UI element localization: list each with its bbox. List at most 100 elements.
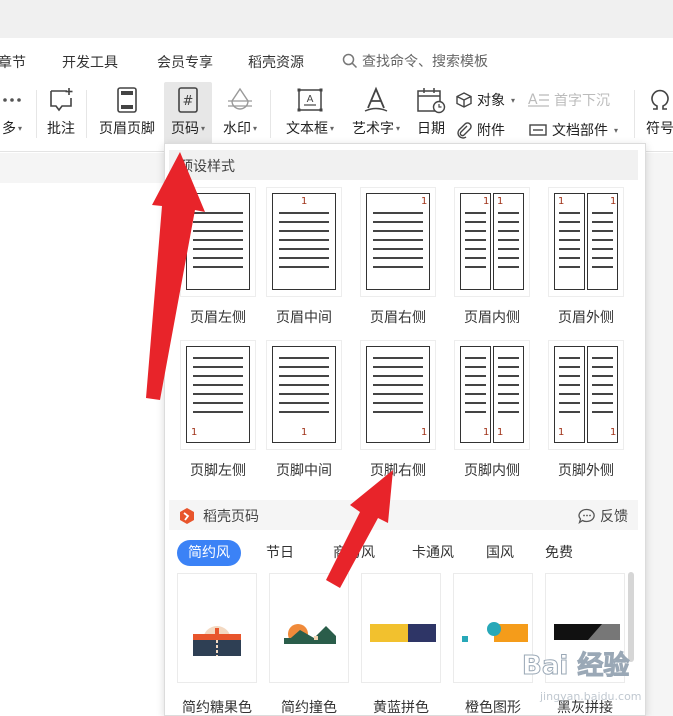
page-number-sample: 1	[483, 196, 490, 207]
page-number-sample: 1	[301, 196, 308, 207]
menu-docer-resources[interactable]: 稻壳资源	[248, 52, 304, 72]
watermark-button[interactable]: 水印 ▾	[216, 82, 264, 146]
header-footer-label: 页眉页脚	[99, 121, 155, 137]
symbol-button[interactable]: 符号	[642, 82, 673, 146]
thumb-text-line	[193, 357, 243, 359]
template-card[interactable]	[177, 573, 257, 683]
thumb-text-line	[373, 393, 423, 395]
thumb-text-line	[373, 230, 423, 232]
footer-style-left[interactable]: 1	[180, 340, 256, 450]
thumb-text-line	[465, 402, 486, 404]
tab-festival[interactable]: 节日	[255, 540, 305, 566]
thumb-text-line	[279, 212, 329, 214]
thumb-text-line	[498, 221, 519, 223]
thumb-page: 1	[554, 193, 585, 290]
object-label: 对象	[477, 93, 505, 109]
textbox-icon: A	[296, 82, 324, 118]
thumb-text-line	[279, 221, 329, 223]
thumb-text-line	[592, 411, 613, 413]
thumb-text-line	[559, 411, 580, 413]
thumb-text-line	[592, 248, 613, 250]
thumb-text-line	[465, 366, 486, 368]
thumb-page: 1	[554, 346, 585, 443]
thumb-text-line	[592, 402, 613, 404]
menu-chapter[interactable]: 章节	[0, 52, 26, 72]
header-style-right[interactable]: 1	[360, 187, 436, 297]
card-label: 橙色图形	[465, 700, 521, 716]
footer-style-label: 页脚内侧	[464, 463, 520, 479]
tab-chinese[interactable]: 国风	[475, 540, 525, 566]
thumb-page: 1	[460, 346, 491, 443]
thumb-text-line	[373, 248, 423, 250]
thumb-text-line	[498, 248, 519, 250]
textbox-button[interactable]: A 文本框 ▾	[280, 82, 340, 146]
watermark-label: 水印	[222, 121, 251, 137]
thumb-text-line	[592, 230, 613, 232]
footer-style-center[interactable]: 1	[266, 340, 342, 450]
header-style-outer[interactable]: 11	[548, 187, 624, 297]
header-footer-button[interactable]: 页眉页脚	[96, 82, 158, 146]
thumb-text-line	[592, 257, 613, 259]
header-style-left[interactable]: 1	[180, 187, 256, 297]
card-label: 简约糖果色	[182, 700, 252, 716]
ribbon-divider	[36, 90, 37, 138]
black-gray-preview	[554, 624, 620, 640]
footer-style-outer[interactable]: 11	[548, 340, 624, 450]
footer-style-label: 页脚右侧	[370, 463, 426, 479]
ribbon-divider	[270, 90, 271, 138]
thumb-text-line	[559, 402, 580, 404]
footer-style-right[interactable]: 1	[360, 340, 436, 450]
docpart-button[interactable]: 文档部件 ▾	[528, 120, 618, 140]
menu-member[interactable]: 会员专享	[157, 52, 213, 72]
tab-cartoon[interactable]: 卡通风	[401, 540, 465, 566]
thumb-text-line	[559, 230, 580, 232]
thumb-text-line	[279, 384, 329, 386]
template-card[interactable]	[453, 573, 533, 683]
thumb-text-line	[465, 375, 486, 377]
date-button[interactable]: 日期	[412, 82, 450, 146]
page-number-dropdown: 预设样式 1 页眉左侧 1 页眉中间 1 页眉右侧 1 1 页眉内侧 1 1 页眉外侧 1 页脚左侧 1 页…	[164, 143, 646, 716]
thumb-text-line	[559, 212, 580, 214]
thumb-text-line	[193, 402, 243, 404]
feedback-button[interactable]: 反馈	[578, 506, 628, 526]
command-search[interactable]: 查找命令、搜索模板	[342, 51, 488, 71]
chevron-down-icon: ▾	[200, 123, 205, 133]
footer-style-label: 页脚外侧	[558, 463, 614, 479]
dropdown-scrollbar[interactable]	[628, 572, 634, 662]
comment-button[interactable]: 批注	[43, 82, 79, 146]
page-number-sample: 1	[191, 427, 198, 438]
header-style-inner[interactable]: 11	[454, 187, 530, 297]
template-card[interactable]	[269, 573, 349, 683]
header-style-center[interactable]: 1	[266, 187, 342, 297]
card-label: 黄蓝拼色	[373, 700, 429, 716]
docer-logo-icon	[180, 508, 194, 524]
thumb-text-line	[193, 212, 243, 214]
object-button[interactable]: 对象 ▾	[455, 90, 515, 110]
template-card[interactable]	[361, 573, 441, 683]
chevron-down-icon: ▾	[511, 95, 516, 105]
page-number-button[interactable]: # 页码 ▾	[164, 82, 212, 146]
thumb-text-line	[498, 375, 519, 377]
omega-icon	[646, 82, 673, 118]
document-parts-icon	[529, 124, 547, 136]
tab-simple[interactable]: 简约风	[177, 540, 241, 566]
template-card[interactable]	[545, 573, 625, 683]
thumb-text-line	[193, 257, 243, 259]
thumb-text-line	[193, 239, 243, 241]
footer-style-inner[interactable]: 11	[454, 340, 530, 450]
thumb-text-line	[498, 266, 519, 268]
tab-business[interactable]: 商务风	[322, 540, 386, 566]
thumb-text-line	[559, 393, 580, 395]
dropcap-button[interactable]: A 首字下沉	[528, 90, 610, 110]
thumb-page: 1	[493, 193, 524, 290]
menu-developer-tools[interactable]: 开发工具	[62, 52, 118, 72]
wordart-button[interactable]: 艺术字 ▾	[346, 82, 406, 146]
thumb-text-line	[465, 393, 486, 395]
more-button[interactable]: 多 ▾	[0, 82, 24, 146]
thumb-text-line	[559, 357, 580, 359]
attachment-button[interactable]: 附件	[455, 120, 505, 140]
thumb-text-line	[592, 393, 613, 395]
docer-section-header: 稻壳页码 反馈	[169, 500, 638, 530]
tab-free[interactable]: 免费	[534, 540, 584, 566]
thumb-text-line	[279, 357, 329, 359]
